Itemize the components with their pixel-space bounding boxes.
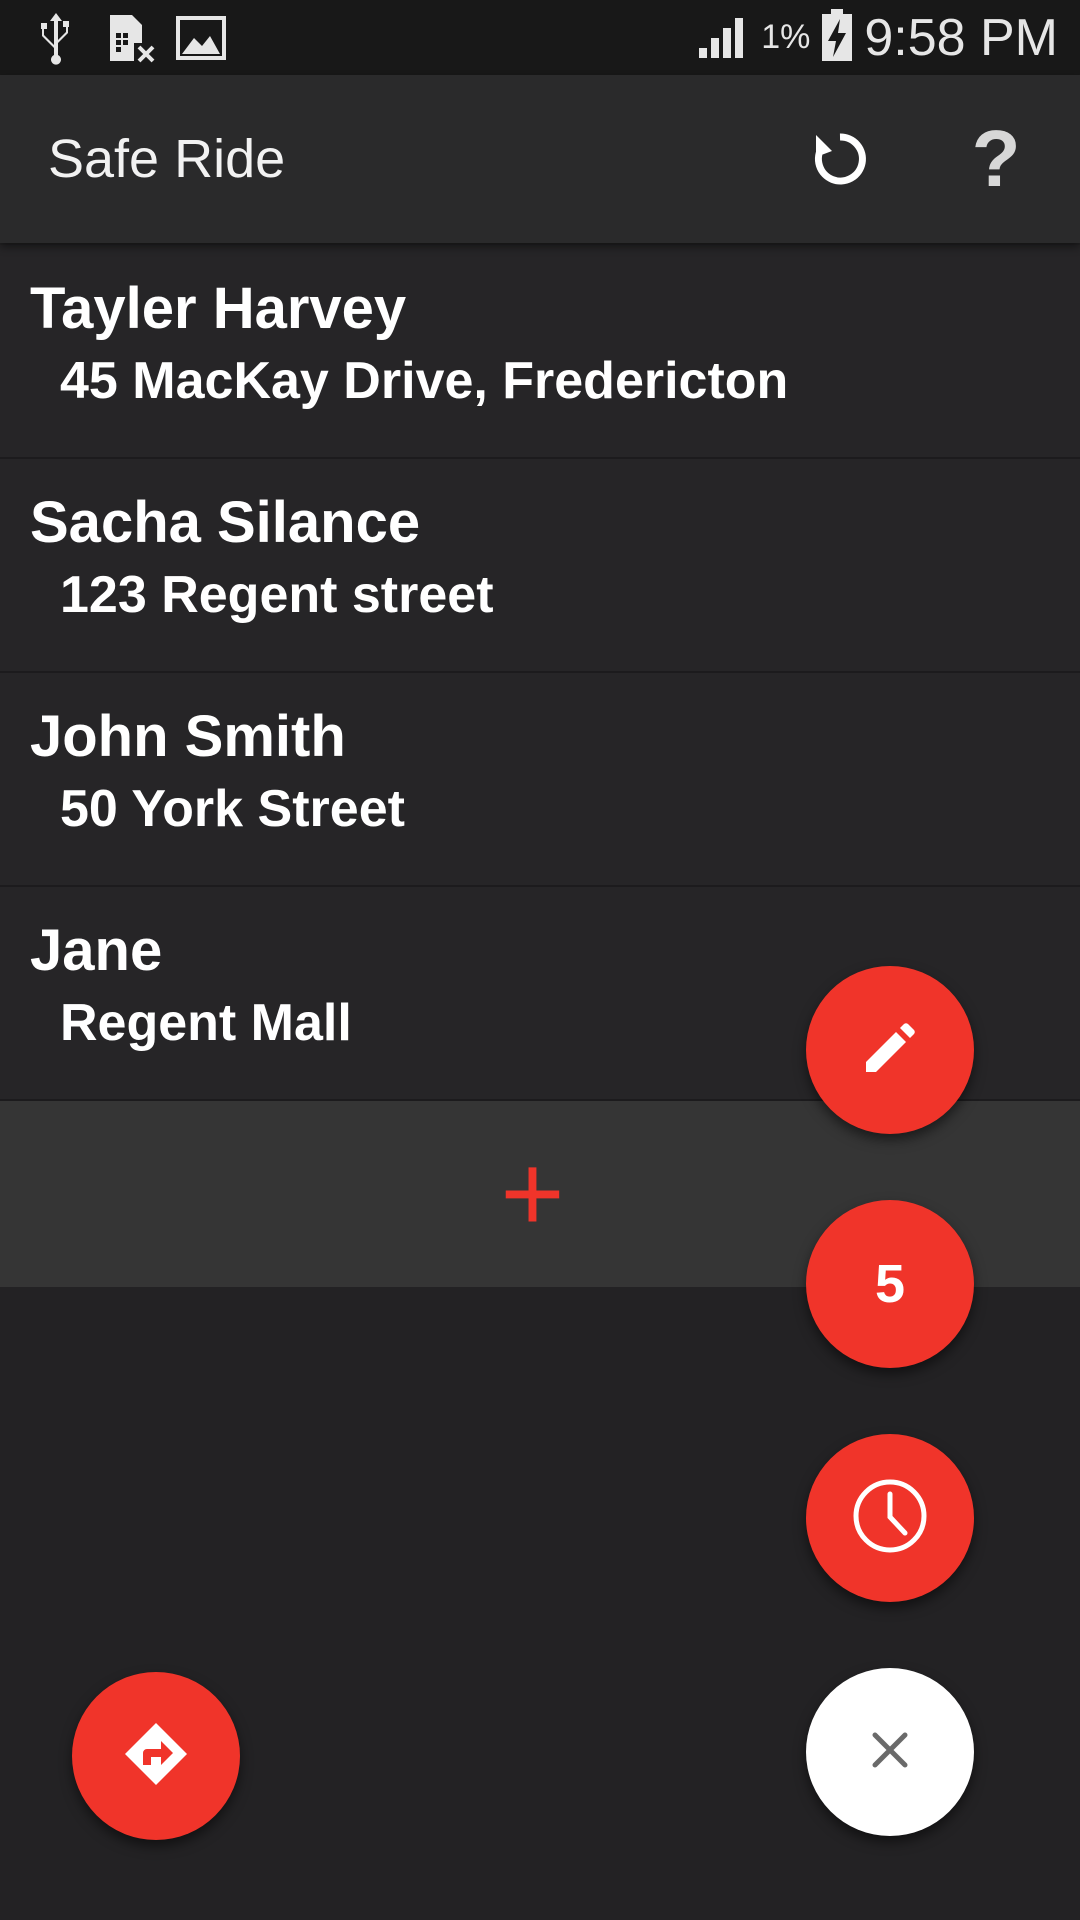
rider-name: John Smith (30, 704, 346, 769)
clock-icon (850, 1476, 930, 1561)
schedule-button[interactable] (806, 1434, 974, 1602)
rider-address: Regent Mall (60, 994, 352, 1052)
help-icon: ? (971, 114, 1021, 203)
list-item[interactable]: Tayler Harvey 45 MacKay Drive, Frederict… (0, 245, 1080, 459)
rider-name: Tayler Harvey (30, 276, 407, 341)
rider-count: 5 (874, 1254, 906, 1314)
directions-icon (121, 1719, 191, 1794)
refresh-icon (808, 125, 872, 194)
sim-card-icon (104, 10, 158, 66)
edit-button[interactable] (806, 966, 974, 1134)
status-bar: 1% 9:58 PM (0, 0, 1080, 75)
list-item[interactable]: John Smith 50 York Street (0, 673, 1080, 887)
rider-address: 123 Regent street (60, 566, 494, 624)
app-bar: Safe Ride ? (0, 75, 1080, 243)
image-icon (174, 10, 228, 66)
directions-button[interactable] (72, 1672, 240, 1840)
close-icon (870, 1730, 910, 1775)
list-item[interactable]: Sacha Silance 123 Regent street (0, 459, 1080, 673)
usb-icon (34, 10, 78, 66)
add-icon: + (500, 1132, 565, 1255)
status-time: 9:58 PM (864, 8, 1058, 67)
pencil-icon (858, 1016, 922, 1085)
close-menu-button[interactable] (806, 1668, 974, 1836)
rider-address: 45 MacKay Drive, Fredericton (60, 352, 789, 410)
rider-name: Jane (30, 918, 163, 983)
app-title: Safe Ride (48, 129, 286, 189)
help-button[interactable]: ? (946, 109, 1046, 209)
rider-name: Sacha Silance (30, 490, 421, 555)
refresh-button[interactable] (790, 109, 890, 209)
rider-address: 50 York Street (60, 780, 405, 838)
battery-percent: 1% (761, 18, 811, 56)
battery-charging-icon (820, 7, 854, 68)
rider-count-button[interactable]: 5 (806, 1200, 974, 1368)
rider-list: Tayler Harvey 45 MacKay Drive, Frederict… (0, 245, 1080, 1287)
signal-icon (697, 10, 751, 65)
